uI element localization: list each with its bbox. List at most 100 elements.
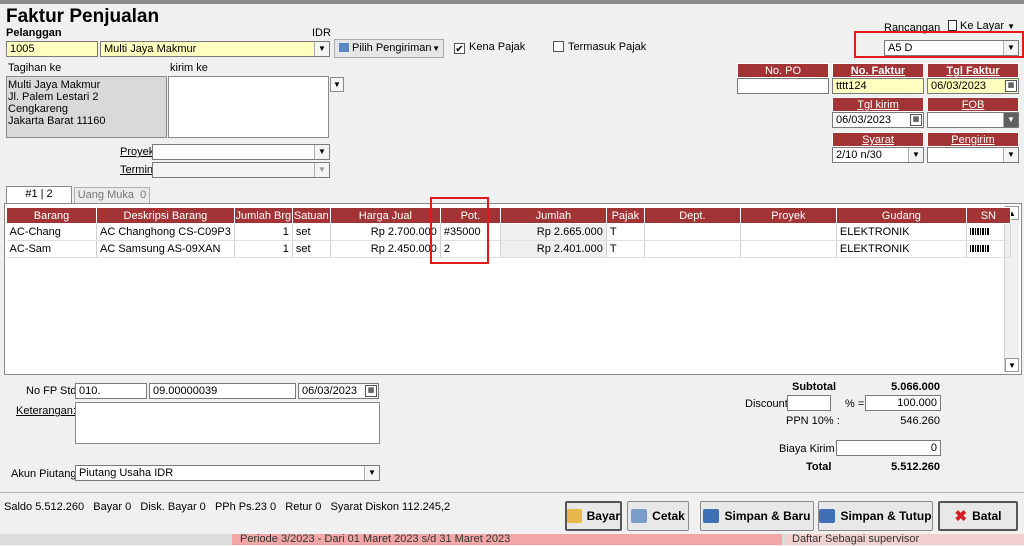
termasuk-pajak-checkbox[interactable]: Termasuk Pajak <box>553 41 646 53</box>
calendar-icon[interactable]: ▦ <box>910 114 922 126</box>
tab-uang-muka[interactable]: Uang Muka 0 <box>74 187 150 203</box>
fob-select[interactable]: ▼ <box>927 112 1019 128</box>
cell-dept[interactable] <box>644 240 741 258</box>
table-row[interactable]: AC-Chang AC Changhong CS-C09P3 1 set Rp … <box>6 223 1011 241</box>
checkbox-empty-icon <box>553 41 564 52</box>
syarat-select[interactable]: 2/10 n/30 ▼ <box>832 147 924 163</box>
tgl-kirim-input[interactable]: 06/03/2023 ▦ <box>832 112 924 128</box>
save-icon <box>819 509 836 523</box>
bayar-button[interactable]: Bayar <box>565 501 622 531</box>
column-header[interactable]: Barang <box>6 207 97 224</box>
cell-harga[interactable]: Rp 2.450.000 <box>330 240 441 258</box>
no-po-input[interactable] <box>737 78 829 94</box>
batal-button[interactable]: ✖ Batal <box>938 501 1018 531</box>
printer-icon <box>631 509 648 523</box>
customer-code-input[interactable]: 1005 <box>6 41 98 57</box>
cell-deskripsi[interactable]: AC Samsung AS-09XAN <box>96 240 235 258</box>
address-line: Jl. Palem Lestari 2 <box>8 91 99 103</box>
cetak-button[interactable]: Cetak <box>627 501 689 531</box>
discount-value: 100.000 <box>897 397 937 409</box>
simpan-tutup-button[interactable]: Simpan & Tutup <box>818 501 933 531</box>
cell-pajak[interactable]: T <box>606 240 645 258</box>
cell-qty[interactable]: 1 <box>234 240 293 258</box>
column-header[interactable]: Deskripsi Barang <box>96 207 235 224</box>
chevron-down-icon[interactable]: ▼ <box>1005 358 1019 372</box>
proyek-select[interactable]: ▼ <box>152 144 330 160</box>
column-header[interactable]: Satuan <box>291 207 331 224</box>
chevron-down-icon[interactable]: ▼ <box>908 148 923 162</box>
calendar-icon[interactable]: ▦ <box>365 385 377 397</box>
check-icon: ✔ <box>454 43 465 55</box>
tab-barang[interactable]: #1 | 2 Barang <box>6 186 72 215</box>
cell-barang[interactable]: AC-Sam <box>6 240 97 258</box>
table-row[interactable]: AC-Sam AC Samsung AS-09XAN 1 set Rp 2.45… <box>6 240 1011 258</box>
cell-harga[interactable]: Rp 2.700.000 <box>330 223 441 241</box>
biaya-kirim-label: Biaya Kirim : <box>779 443 841 455</box>
address-line: Cengkareng <box>8 103 68 115</box>
no-fp-date-input[interactable]: 06/03/2023 ▦ <box>298 383 379 399</box>
chevron-down-icon[interactable]: ▼ <box>1003 113 1018 127</box>
kena-pajak-checkbox[interactable]: ✔ Kena Pajak <box>454 41 526 55</box>
chevron-down-icon[interactable]: ▼ <box>364 466 379 480</box>
pilih-pengiriman-button[interactable]: Pilih Pengiriman ▼ <box>334 39 444 58</box>
cell-satuan[interactable]: set <box>292 240 331 258</box>
kirim-label: kirim ke <box>170 62 208 74</box>
cell-gudang[interactable]: ELEKTRONIK <box>836 240 967 258</box>
cell-sn[interactable] <box>966 240 1011 258</box>
cell-qty[interactable]: 1 <box>234 223 293 241</box>
pilih-pengiriman-label: Pilih Pengiriman <box>352 42 432 54</box>
column-header[interactable]: Harga Jual <box>329 207 441 224</box>
column-header[interactable]: Dept. <box>643 207 741 224</box>
chevron-down-icon[interactable]: ▼ <box>314 163 329 177</box>
kena-pajak-label: Kena Pajak <box>469 41 526 53</box>
chevron-down-icon[interactable]: ▼ <box>314 42 329 56</box>
column-header[interactable]: Gudang <box>835 207 967 224</box>
cell-deskripsi[interactable]: AC Changhong CS-C09P3 <box>96 223 235 241</box>
discount-percent-input[interactable] <box>787 395 831 411</box>
chevron-down-icon[interactable]: ▼ <box>314 145 329 159</box>
cell-satuan[interactable]: set <box>292 223 331 241</box>
akun-piutang-select[interactable]: Piutang Usaha IDR ▼ <box>75 465 380 481</box>
keterangan-textarea[interactable] <box>75 402 380 444</box>
column-header[interactable]: Pajak <box>605 207 645 224</box>
column-header[interactable]: SN <box>965 207 1011 224</box>
cell-proyek[interactable] <box>740 223 837 241</box>
billing-address-box: Multi Jaya Makmur Jl. Palem Lestari 2 Ce… <box>6 76 167 138</box>
column-header[interactable]: Jumlah Brg <box>233 207 293 224</box>
cell-proyek[interactable] <box>740 240 837 258</box>
chevron-down-icon[interactable]: ▼ <box>1003 148 1018 162</box>
akun-piutang-label: Akun Piutang <box>11 468 77 480</box>
cell-barang[interactable]: AC-Chang <box>6 223 97 241</box>
no-faktur-input[interactable]: tttt124 <box>832 78 924 94</box>
shipping-address-box[interactable] <box>168 76 329 138</box>
bottom-divider <box>0 492 1024 493</box>
no-fp-number-input[interactable]: 09.00000039 <box>149 383 296 399</box>
tgl-faktur-input[interactable]: 06/03/2023 ▦ <box>927 78 1019 94</box>
column-header[interactable]: Proyek <box>739 207 837 224</box>
shipping-address-dropdown[interactable]: ▼ <box>330 77 344 92</box>
cell-gudang[interactable]: ELEKTRONIK <box>836 223 967 241</box>
calendar-icon[interactable]: ▦ <box>1005 80 1017 92</box>
column-header[interactable]: Jumlah <box>499 207 607 224</box>
document-icon <box>948 20 957 31</box>
no-fp-prefix-input[interactable]: 010. <box>75 383 147 399</box>
biaya-kirim-input[interactable]: 0 <box>836 440 941 456</box>
discount-value-input[interactable]: 100.000 <box>865 395 941 411</box>
no-fp-label: No FP Std <box>26 385 77 397</box>
tab-uang-muka-label: Uang Muka <box>77 189 134 201</box>
ppn-label: PPN 10% : <box>786 415 840 427</box>
pot-column-highlight-box <box>430 197 489 264</box>
save-icon <box>703 509 720 523</box>
keterangan-label: Keterangan: <box>16 405 76 417</box>
address-line: Jakarta Barat 11160 <box>8 115 106 127</box>
simpan-baru-button[interactable]: Simpan & Baru <box>700 501 814 531</box>
address-line: Multi Jaya Makmur <box>8 79 101 91</box>
cell-dept[interactable] <box>644 223 741 241</box>
cell-jumlah: Rp 2.401.000 <box>500 240 607 258</box>
pengirim-select[interactable]: ▼ <box>927 147 1019 163</box>
cell-sn[interactable] <box>966 223 1011 241</box>
termasuk-pajak-label: Termasuk Pajak <box>568 41 647 53</box>
customer-name-select[interactable]: Multi Jaya Makmur ▼ <box>100 41 330 57</box>
cell-pajak[interactable]: T <box>606 223 645 241</box>
termin-select[interactable]: ▼ <box>152 162 330 178</box>
